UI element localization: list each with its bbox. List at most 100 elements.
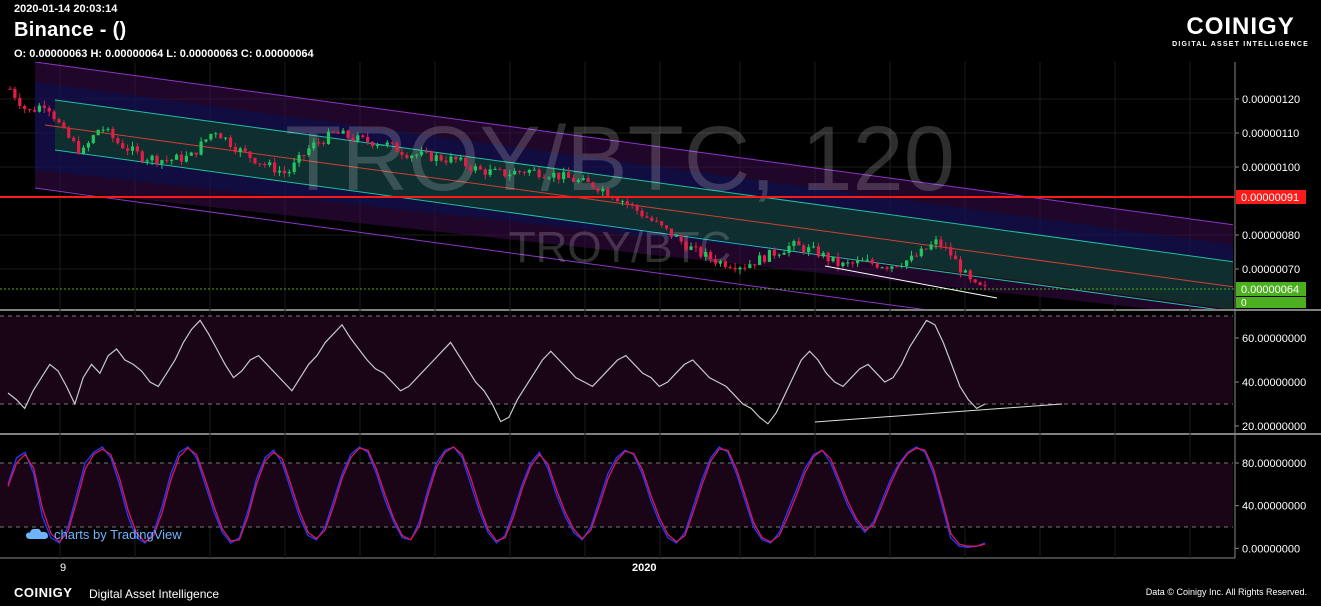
candle xyxy=(248,151,252,158)
candle xyxy=(547,177,551,179)
last-price-label: 0.00000064 xyxy=(1241,284,1299,296)
candle xyxy=(488,169,492,175)
rsi-tick-label: 40.00000000 xyxy=(1242,377,1306,389)
candle xyxy=(419,151,424,155)
candle xyxy=(782,252,786,255)
stoch-tick-label: 40.00000000 xyxy=(1242,501,1306,513)
candle xyxy=(963,270,968,273)
candle xyxy=(694,246,698,248)
candle xyxy=(875,263,879,268)
candle xyxy=(449,156,453,163)
candle xyxy=(851,262,855,264)
candle xyxy=(258,163,262,165)
candle xyxy=(194,152,198,155)
candle xyxy=(601,188,605,192)
candle xyxy=(684,241,688,250)
candle xyxy=(532,169,536,171)
last-price-tag: 0.00000064 0 xyxy=(1236,282,1306,309)
candle xyxy=(802,245,806,253)
candle xyxy=(513,171,517,175)
candle xyxy=(395,142,399,152)
candle xyxy=(606,188,610,197)
candle xyxy=(464,157,468,167)
x-label-9: 9 xyxy=(60,562,66,574)
candle xyxy=(709,251,713,260)
candle xyxy=(498,168,502,170)
candle xyxy=(13,88,17,98)
tradingview-link[interactable]: charts by TradingView xyxy=(26,527,182,542)
candle xyxy=(282,170,286,174)
candle xyxy=(831,256,835,262)
candle xyxy=(243,148,247,152)
candle xyxy=(493,168,497,170)
candle xyxy=(209,133,213,140)
price-chart[interactable]: TROY/BTC, 120 TROY/BTC 0.000001200.00000… xyxy=(0,0,1321,606)
candle xyxy=(905,260,909,267)
candle xyxy=(895,266,899,268)
candle xyxy=(738,267,742,270)
candle xyxy=(669,228,674,237)
candle xyxy=(939,239,943,247)
candle xyxy=(297,154,301,163)
candle xyxy=(145,160,149,162)
candle xyxy=(272,162,277,173)
candle xyxy=(199,141,203,155)
candle xyxy=(664,225,669,229)
candle xyxy=(356,135,360,141)
candle xyxy=(37,105,41,112)
candle xyxy=(713,259,718,264)
candle xyxy=(767,249,772,262)
candle xyxy=(748,264,752,268)
candle xyxy=(106,128,110,130)
candle xyxy=(170,159,174,161)
candle xyxy=(189,152,193,156)
candle xyxy=(336,132,340,134)
candle xyxy=(571,177,576,182)
candle xyxy=(468,166,473,171)
candle xyxy=(150,155,154,161)
resistance-tag: 0.00000091 xyxy=(1236,190,1306,204)
candle xyxy=(645,216,649,218)
candle xyxy=(351,137,355,141)
candle xyxy=(165,160,169,162)
candle xyxy=(439,155,443,161)
candle xyxy=(331,131,335,133)
candle xyxy=(86,143,90,148)
candle xyxy=(390,142,394,144)
candle xyxy=(542,177,546,179)
candle xyxy=(821,252,825,257)
tradingview-label: charts by TradingView xyxy=(54,527,182,542)
candle xyxy=(302,154,306,156)
candle xyxy=(101,129,105,131)
x-label-2020: 2020 xyxy=(632,562,656,574)
candle xyxy=(944,246,948,248)
candle xyxy=(630,203,634,206)
candle xyxy=(81,147,86,154)
candle xyxy=(380,144,384,146)
candle xyxy=(586,178,590,183)
candle xyxy=(375,144,380,146)
candle xyxy=(67,127,71,138)
candle xyxy=(361,135,365,137)
candle xyxy=(679,235,683,242)
stoch-band xyxy=(0,463,1233,527)
candle xyxy=(640,210,644,217)
candle xyxy=(179,154,184,162)
candle xyxy=(52,111,56,120)
candle xyxy=(949,246,953,256)
candle xyxy=(135,146,139,152)
candle xyxy=(18,97,22,107)
price-axis: 0.00000120 0.00000110 0.00000100 0.00000080… xyxy=(1235,94,1300,276)
candle xyxy=(233,147,237,153)
candle xyxy=(620,201,625,203)
candle xyxy=(704,251,708,257)
candle xyxy=(914,255,919,257)
rsi-trendline[interactable] xyxy=(814,403,1063,423)
candle xyxy=(32,110,37,112)
candle xyxy=(655,220,659,222)
candle xyxy=(807,247,811,253)
candle xyxy=(140,151,144,162)
candle xyxy=(385,142,389,145)
y-tick-label: 0.00000080 xyxy=(1242,230,1300,242)
candle xyxy=(238,148,242,153)
